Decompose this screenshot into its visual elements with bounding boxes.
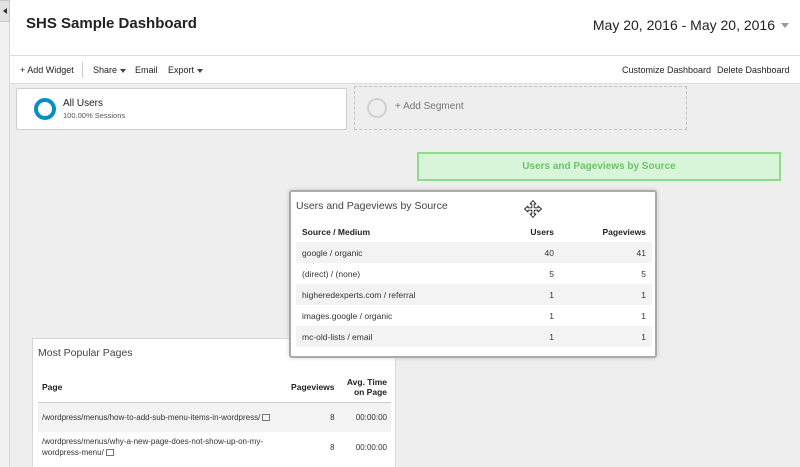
dashboard-header: SHS Sample Dashboard May 20, 2016 - May … <box>10 0 800 56</box>
users-pageviews-by-source-widget[interactable]: Users and Pageviews by Source Source / M… <box>289 190 657 358</box>
pageviews-cell: 1 <box>560 326 652 347</box>
add-segment-label: + Add Segment <box>395 101 464 112</box>
source-cell: higheredexperts.com / referral <box>296 284 500 305</box>
export-menu-button[interactable]: Export <box>168 65 204 75</box>
page-link[interactable]: /wordpress/menus/why-a-new-page-does-not… <box>42 437 263 457</box>
table-row: google / organic 40 41 <box>296 242 652 263</box>
source-medium-table: Source / Medium Users Pageviews google /… <box>296 222 652 347</box>
external-link-icon[interactable] <box>105 449 114 456</box>
pageviews-cell: 8 <box>330 442 335 452</box>
users-cell: 40 <box>500 242 560 263</box>
segment-ring-icon <box>34 98 56 120</box>
column-header-page[interactable]: Page <box>38 372 285 403</box>
source-cell: mc-old-lists / email <box>296 326 500 347</box>
table-row: higheredexperts.com / referral 1 1 <box>296 284 652 305</box>
segment-title: All Users <box>63 98 104 109</box>
collapse-sidebar-button[interactable] <box>0 0 10 22</box>
delete-label: Delete Dashboard <box>717 65 790 75</box>
chevron-down-icon <box>779 19 791 31</box>
page-cell: /wordpress/menus/how-to-add-sub-menu-ite… <box>38 402 285 432</box>
customize-label: Customize Dashboard <box>622 65 712 75</box>
dropdown-caret-icon <box>120 68 127 73</box>
segment-all-users[interactable]: All Users 100.00% Sessions <box>16 88 347 130</box>
widget-title: Users and Pageviews by Source <box>296 200 448 212</box>
add-widget-button[interactable]: + Add Widget <box>20 65 74 75</box>
source-cell: (direct) / (none) <box>302 268 361 279</box>
pageviews-cell: 41 <box>560 242 652 263</box>
share-menu-button[interactable]: Share <box>93 65 127 75</box>
drop-target-label: Users and Pageviews by Source <box>522 161 676 172</box>
pageviews-cell: 1 <box>560 284 652 305</box>
email-label: Email <box>135 65 158 75</box>
avg-time-cell: 00:00:00 <box>355 442 387 452</box>
source-cell: images.google / organic <box>302 310 393 321</box>
users-cell: 1 <box>500 326 560 347</box>
move-cursor-icon[interactable] <box>524 200 542 218</box>
page-title: SHS Sample Dashboard <box>26 15 197 32</box>
segment-subtitle: 100.00% Sessions <box>63 111 126 120</box>
external-link-icon[interactable] <box>262 413 271 421</box>
column-header-users[interactable]: Users <box>500 222 560 242</box>
table-row: /wordpress/menus/why-a-new-page-does-not… <box>38 432 391 462</box>
table-row: (direct) / (none) 5 5 <box>296 263 652 284</box>
toolbar-divider <box>82 62 83 78</box>
delete-dashboard-button[interactable]: Delete Dashboard <box>717 65 790 75</box>
pageviews-cell: 5 <box>641 268 646 279</box>
pageviews-cell: 1 <box>641 310 646 321</box>
avg-time-cell: 00:00:00 <box>338 402 391 432</box>
widget-drop-target[interactable]: Users and Pageviews by Source <box>417 152 781 181</box>
email-button[interactable]: Email <box>135 65 158 75</box>
popular-pages-table: Page Pageviews Avg. Time on Page /wordpr… <box>38 372 391 462</box>
page-cell: /wordpress/menus/why-a-new-page-does-not… <box>38 432 284 462</box>
widget-title: Most Popular Pages <box>38 347 133 359</box>
table-row: images.google / organic 1 1 <box>296 305 652 326</box>
pageviews-cell: 8 <box>284 402 339 432</box>
table-row: /wordpress/menus/how-to-add-sub-menu-ite… <box>38 402 391 432</box>
date-range-text: May 20, 2016 - May 20, 2016 <box>592 17 775 33</box>
column-header-pageviews[interactable]: Pageviews <box>560 222 652 242</box>
dropdown-caret-icon <box>197 68 204 73</box>
users-cell: 1 <box>500 284 560 305</box>
column-header-pageviews[interactable]: Pageviews <box>284 372 339 403</box>
column-header-source-medium[interactable]: Source / Medium <box>296 222 500 242</box>
column-header-avg-time[interactable]: Avg. Time on Page <box>338 372 391 403</box>
source-cell: google / organic <box>296 242 500 263</box>
page-link[interactable]: /wordpress/menus/how-to-add-sub-menu-ite… <box>42 413 260 422</box>
export-label: Export <box>168 65 195 75</box>
add-segment-ring-icon <box>367 98 387 118</box>
share-label: Share <box>93 65 118 75</box>
users-cell: 1 <box>549 310 554 321</box>
customize-dashboard-button[interactable]: Customize Dashboard <box>622 65 711 75</box>
table-row: mc-old-lists / email 1 1 <box>296 326 652 347</box>
users-cell: 5 <box>549 268 554 279</box>
dashboard-toolbar: + Add Widget Share Email Export Customiz… <box>10 56 800 84</box>
date-range-selector[interactable]: May 20, 2016 - May 20, 2016 <box>586 13 795 37</box>
collapse-left-icon <box>2 8 7 14</box>
add-widget-label: + Add Widget <box>20 65 74 75</box>
left-sidebar-strip <box>0 0 10 467</box>
add-segment-button[interactable]: + Add Segment <box>354 86 687 130</box>
